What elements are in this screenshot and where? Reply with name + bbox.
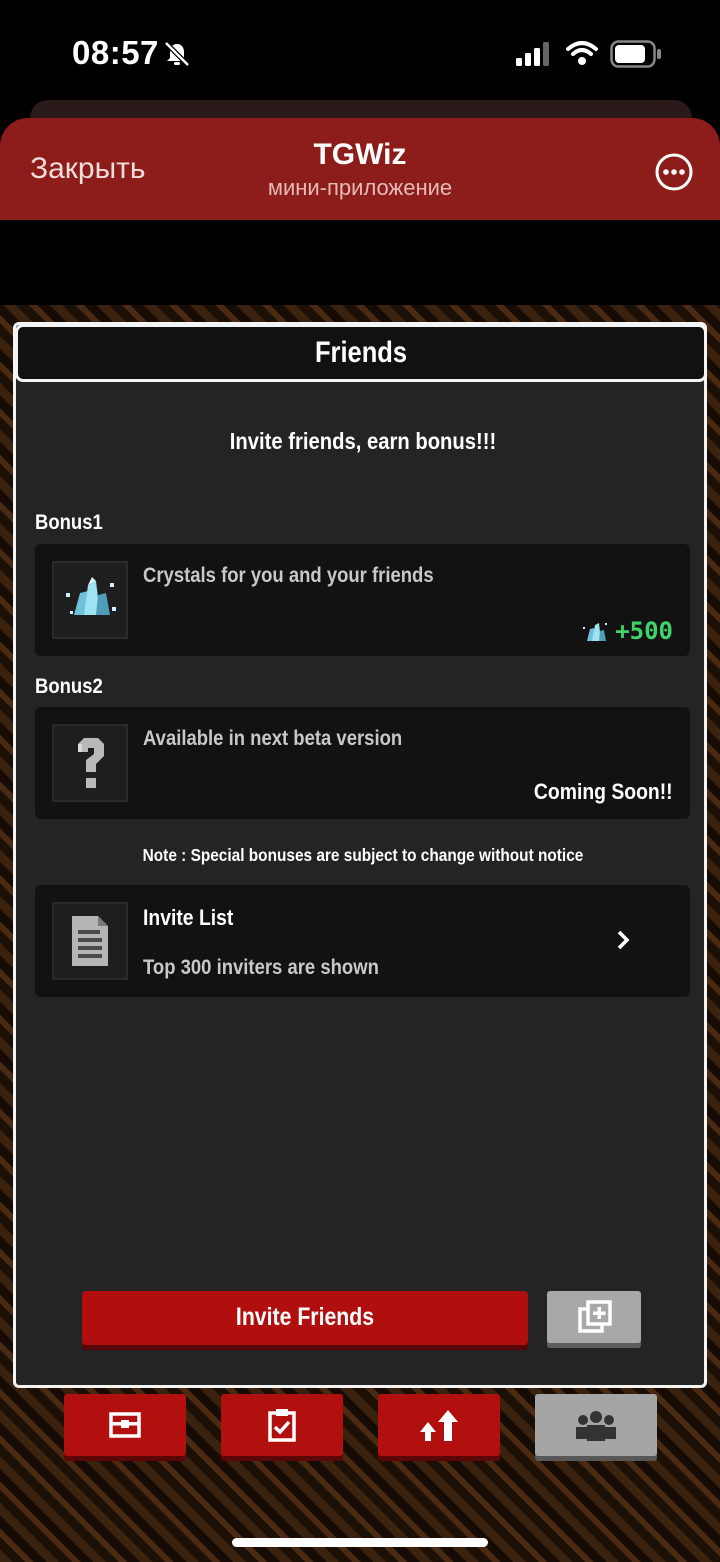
invite-list-subtitle: Top 300 inviters are shown bbox=[143, 956, 379, 979]
crystal-icon bbox=[52, 561, 128, 639]
chevron-right-icon bbox=[617, 930, 630, 950]
bonus1-reward-value: +500 bbox=[615, 617, 673, 645]
bonus2-card: Available in next beta version Coming So… bbox=[35, 707, 690, 819]
status-time: 08:57 bbox=[72, 34, 159, 71]
home-indicator bbox=[232, 1538, 488, 1547]
invite-list-card[interactable]: Invite List Top 300 inviters are shown bbox=[35, 885, 690, 997]
bonus-note: Note : Special bonuses are subject to ch… bbox=[142, 845, 584, 865]
bonus2-status: Coming Soon!! bbox=[534, 779, 673, 804]
nav-upgrade-button[interactable] bbox=[378, 1394, 500, 1456]
ellipsis-circle-icon[interactable] bbox=[654, 152, 694, 192]
invite-friends-button[interactable]: Invite Friends bbox=[82, 1291, 528, 1345]
bell-slash-icon bbox=[164, 41, 190, 67]
document-icon bbox=[52, 902, 128, 980]
nav-friends-button[interactable] bbox=[535, 1394, 657, 1456]
nav-tasks-button[interactable] bbox=[221, 1394, 343, 1456]
cellular-signal-icon bbox=[516, 42, 549, 66]
friends-panel: Friends Invite friends, earn bonus!!! Bo… bbox=[13, 322, 707, 1388]
panel-title-bar: Friends bbox=[15, 324, 707, 382]
invite-friends-label: Invite Friends bbox=[235, 1303, 375, 1331]
crystal-small-icon bbox=[583, 623, 608, 641]
status-bar: 08:57 bbox=[0, 0, 720, 100]
wifi-icon bbox=[566, 41, 598, 65]
app-subtitle: мини-приложение bbox=[267, 175, 453, 200]
bonus1-label: Bonus1 bbox=[35, 511, 103, 534]
copy-link-button[interactable] bbox=[547, 1291, 641, 1343]
panel-title: Friends bbox=[314, 336, 408, 369]
invite-list-title: Invite List bbox=[143, 905, 234, 930]
nav-chest-button[interactable] bbox=[64, 1394, 186, 1456]
app-header: Закрыть TGWiz мини-приложение bbox=[0, 118, 720, 220]
chest-icon bbox=[109, 1412, 141, 1438]
upgrade-arrows-icon bbox=[420, 1410, 458, 1441]
bonus1-description: Crystals for you and your friends bbox=[143, 564, 434, 587]
invite-headline: Invite friends, earn bonus!!! bbox=[229, 428, 497, 454]
bonus2-label: Bonus2 bbox=[35, 675, 103, 698]
bonus2-description: Available in next beta version bbox=[143, 727, 403, 750]
clipboard-check-icon bbox=[268, 1409, 296, 1442]
question-mark-icon bbox=[52, 724, 128, 802]
bonus1-card: Crystals for you and your friends +500 bbox=[35, 544, 690, 656]
battery-icon bbox=[610, 40, 661, 68]
copy-icon bbox=[578, 1300, 612, 1333]
bonus1-reward: +500 bbox=[581, 617, 673, 645]
app-title: TGWiz bbox=[313, 138, 407, 171]
friends-icon bbox=[576, 1411, 616, 1441]
